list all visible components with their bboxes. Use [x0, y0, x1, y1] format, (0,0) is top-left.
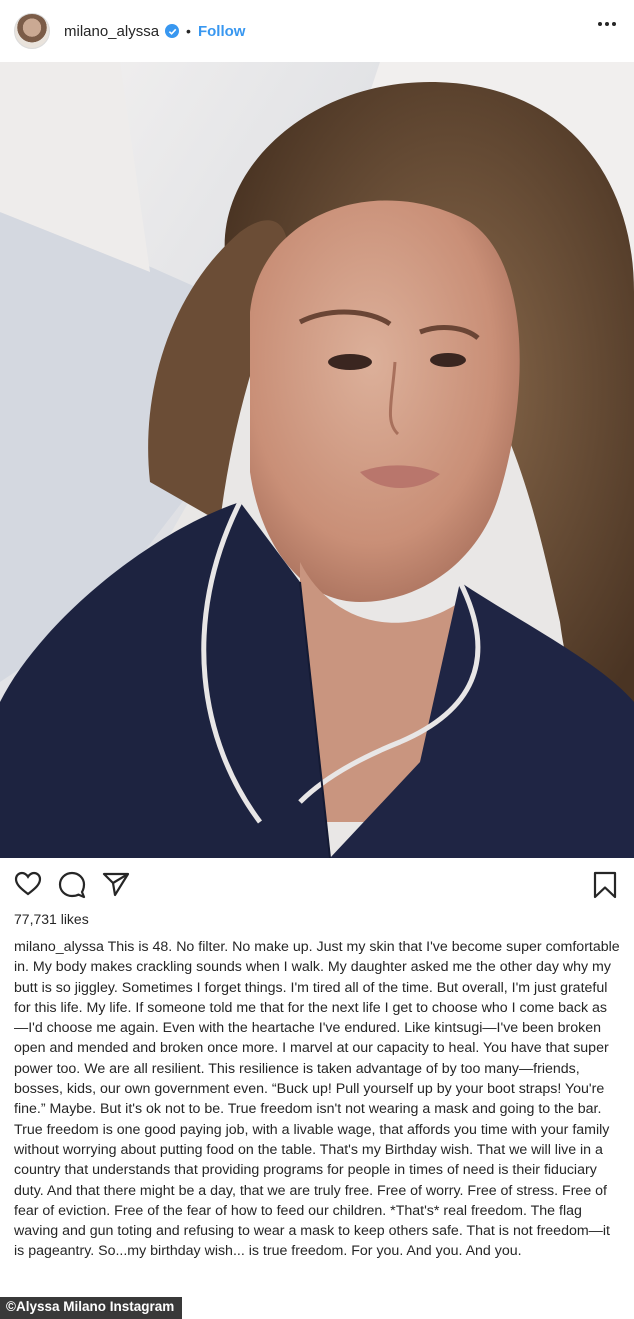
profile-avatar[interactable]	[14, 13, 50, 49]
heart-icon[interactable]	[14, 871, 42, 902]
more-options-icon[interactable]	[598, 22, 616, 26]
caption-username[interactable]: milano_alyssa	[14, 939, 104, 955]
follow-button[interactable]: Follow	[198, 23, 246, 40]
post-header: milano_alyssa • Follow	[0, 0, 634, 62]
separator-dot: •	[186, 23, 191, 39]
post-footer: nts ©Alyssa Milano Instagram	[0, 1297, 300, 1319]
action-bar	[0, 858, 634, 910]
username-link[interactable]: milano_alyssa	[64, 23, 159, 40]
like-count[interactable]: 77,731 likes	[14, 911, 89, 927]
verified-badge-icon	[165, 24, 180, 38]
photo-credit: ©Alyssa Milano Instagram	[0, 1297, 183, 1319]
paper-plane-icon[interactable]	[102, 871, 130, 902]
post-photo[interactable]	[0, 62, 634, 858]
bookmark-icon[interactable]	[593, 871, 617, 904]
post-caption: milano_alyssa This is 48. No filter. No …	[14, 937, 620, 1262]
caption-text: This is 48. No filter. No make up. Just …	[14, 939, 620, 1260]
selfie-image	[0, 62, 634, 858]
comment-bubble-icon[interactable]	[58, 871, 86, 904]
